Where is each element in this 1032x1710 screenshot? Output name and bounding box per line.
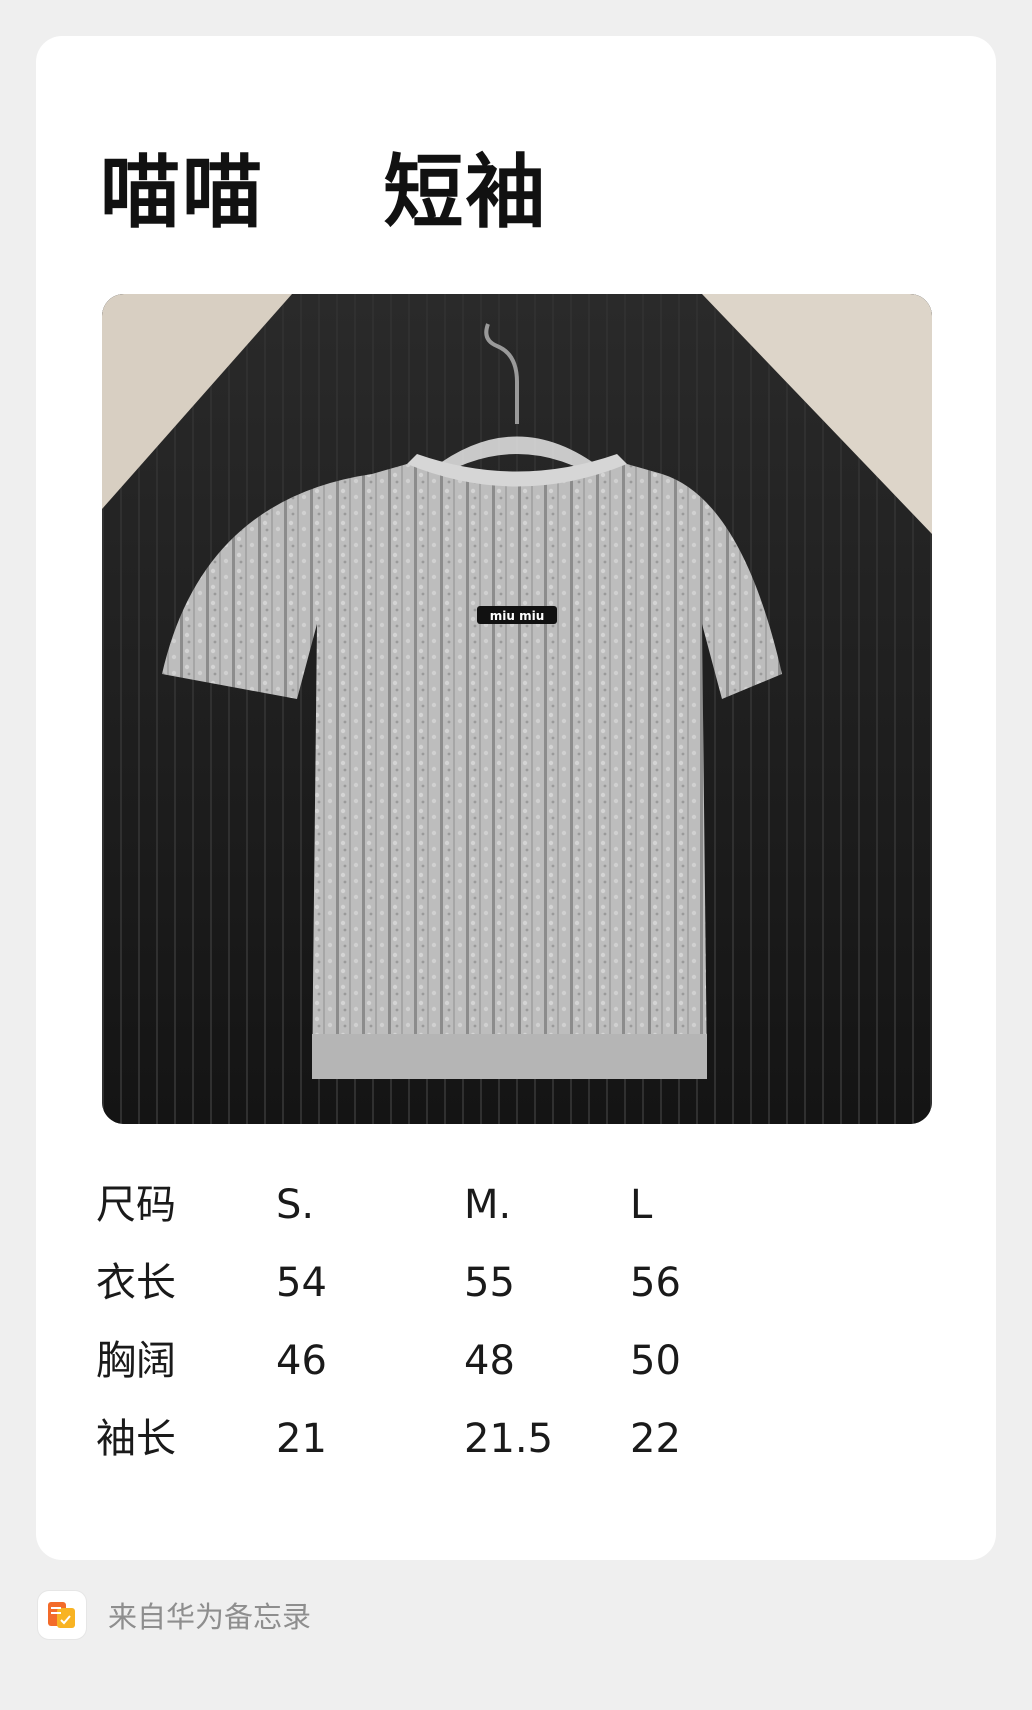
huawei-notes-icon — [38, 1591, 86, 1639]
size-table: 尺码 S. M. L 衣长 54 55 56 胸阔 46 48 50 袖长 21… — [96, 1166, 796, 1478]
table-row: 袖长 21 21.5 22 — [96, 1400, 796, 1478]
table-row: 衣长 54 55 56 — [96, 1244, 796, 1322]
table-row: 尺码 S. M. L — [96, 1166, 796, 1244]
table-cell: 46 — [276, 1338, 327, 1384]
table-cell: 55 — [464, 1260, 515, 1306]
note-card: 喵喵 短袖 miu miu 尺码 S. M. L 衣长 54 55 56 胸阔 … — [36, 36, 996, 1560]
source-text: 来自华为备忘录 — [108, 1600, 312, 1634]
table-cell: 21.5 — [464, 1416, 554, 1462]
table-cell: 54 — [276, 1260, 327, 1306]
size-m: M. — [464, 1182, 512, 1228]
note-title: 喵喵 短袖 — [100, 146, 548, 239]
size-s: S. — [276, 1182, 315, 1228]
table-cell: 22 — [630, 1416, 681, 1462]
table-cell: 48 — [464, 1338, 515, 1384]
tshirt-photo-image: miu miu — [102, 294, 932, 1124]
table-row: 胸阔 46 48 50 — [96, 1322, 796, 1400]
row-label: 胸阔 — [96, 1338, 176, 1384]
row-label: 衣长 — [96, 1260, 176, 1306]
size-l: L — [630, 1182, 653, 1228]
source-footer[interactable]: 来自华为备忘录 — [38, 1590, 311, 1640]
row-label: 袖长 — [96, 1416, 176, 1462]
row-label: 尺码 — [96, 1182, 176, 1228]
table-cell: 21 — [276, 1416, 327, 1462]
table-cell: 50 — [630, 1338, 681, 1384]
product-photo[interactable]: miu miu — [102, 294, 932, 1124]
table-cell: 56 — [630, 1260, 681, 1306]
brand-label: miu miu — [490, 609, 545, 623]
